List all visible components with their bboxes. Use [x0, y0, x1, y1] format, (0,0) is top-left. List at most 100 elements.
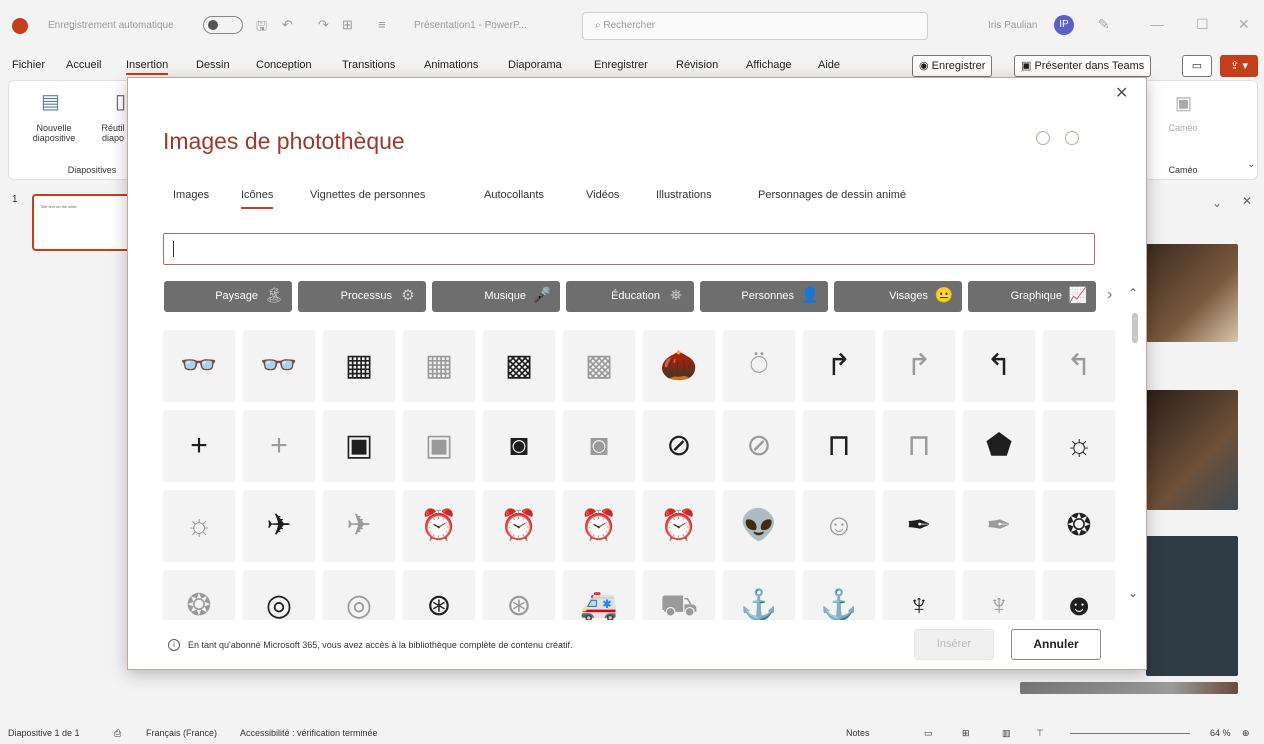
menu-conception[interactable]: Conception [256, 59, 312, 71]
tab-illustrations[interactable]: Illustrations [656, 189, 712, 201]
language-indicator[interactable]: Français (France) [146, 728, 217, 738]
category-chip[interactable]: Visages 😐 [834, 281, 962, 312]
arrow-right-turn-outline-icon[interactable]: ↱ [883, 330, 955, 402]
alien-outline-icon[interactable]: ☺ [803, 490, 875, 562]
alarm-clock-outline-icon[interactable]: ⏰ [483, 490, 555, 562]
menu-dessin[interactable]: Dessin [196, 59, 230, 71]
design-idea-1[interactable] [1146, 244, 1238, 342]
knitting-needle-outline-icon[interactable]: ✒ [963, 490, 1035, 562]
tab-personnages-dessin-anime[interactable]: Personnages de dessin animé [758, 189, 906, 201]
slideshow-icon[interactable]: ⊤ [1036, 728, 1044, 739]
accessibility-status[interactable]: Accessibilité : vérification terminée [240, 728, 378, 738]
tape-measure-outline-icon[interactable]: ◎ [323, 570, 395, 620]
scroll-down-icon[interactable]: ⌄ [1128, 586, 1138, 600]
alien-filled-icon[interactable]: 👽 [723, 490, 795, 562]
tab-vignettes-personnes[interactable]: Vignettes de personnes [310, 189, 425, 201]
knitting-needle-filled-icon[interactable]: ✒ [883, 490, 955, 562]
contact-book-filled-icon[interactable]: ▣ [323, 410, 395, 482]
minimize-icon[interactable]: — [1150, 16, 1164, 32]
new-slide-icon[interactable]: ▤ [41, 89, 60, 114]
category-chip[interactable]: Graphique 📈 [968, 281, 1096, 312]
menu-animations[interactable]: Animations [424, 59, 478, 71]
record-button[interactable]: ◉ Enregistrer [912, 55, 993, 77]
menu-fichier[interactable]: Fichier [12, 59, 45, 71]
customize-toolbar-icon[interactable]: ≡ [378, 17, 386, 32]
billboard-filled-icon[interactable]: ⊓ [803, 410, 875, 482]
menu-accueil[interactable]: Accueil [66, 59, 101, 71]
alarm-ringing-outline-icon[interactable]: ⏰ [643, 490, 715, 562]
spellcheck-icon[interactable]: ⎙ [114, 728, 121, 739]
icon-search-input[interactable] [163, 233, 1095, 265]
design-idea-3[interactable] [1146, 536, 1238, 676]
airplane-filled-icon[interactable]: ✈ [243, 490, 315, 562]
zoom-level[interactable]: 64 % [1210, 728, 1231, 738]
tape-measure-filled-icon[interactable]: ◎ [243, 570, 315, 620]
contact-book-outline-icon[interactable]: ▣ [403, 410, 475, 482]
arrow-left-turn-outline-icon[interactable]: ↰ [1043, 330, 1115, 402]
category-chip[interactable]: Musique 🎤 [432, 281, 560, 312]
normal-view-icon[interactable]: ▭ [924, 728, 933, 739]
field-sun-filled-icon[interactable]: ☼ [1043, 410, 1115, 482]
tab-autocollants[interactable]: Autocollants [484, 189, 544, 201]
acorn-outline-icon[interactable]: ⍥ [723, 330, 795, 402]
cameo-icon[interactable]: ▣ [1175, 93, 1192, 114]
africa-icon[interactable]: ⬟ [963, 410, 1035, 482]
tab-icones[interactable]: Icônes [241, 189, 274, 209]
abacus-outline-icon[interactable]: ▦ [403, 330, 475, 402]
bandage-filled-icon[interactable]: ⊘ [643, 410, 715, 482]
anchor-outline-icon[interactable]: ⚓ [803, 570, 875, 620]
close-pane-icon[interactable]: ✕ [1242, 194, 1252, 208]
reuse-slides-icon[interactable]: ▯ [115, 89, 126, 114]
category-chip[interactable]: Éducation ⛯ [566, 281, 694, 312]
grid-scrollbar[interactable] [1132, 313, 1138, 613]
coral-outline-icon[interactable]: ♆ [963, 570, 1035, 620]
design-idea-2[interactable] [1146, 390, 1238, 510]
autosave-toggle[interactable] [203, 16, 243, 34]
undo-icon[interactable]: ↶ [282, 17, 293, 33]
close-window-icon[interactable]: ✕ [1238, 16, 1250, 33]
avatar[interactable]: IP [1054, 15, 1074, 35]
scrollbar-thumb[interactable] [1132, 313, 1138, 343]
abacus-wide-outline-icon[interactable]: ▩ [563, 330, 635, 402]
ribbon-collapse-icon[interactable]: ⌄ [1247, 159, 1255, 170]
smile-feedback-icon[interactable] [1036, 131, 1050, 145]
arrow-right-turn-filled-icon[interactable]: ↱ [803, 330, 875, 402]
share-button[interactable]: ⇪ ▾ [1220, 55, 1258, 77]
fit-to-window-icon[interactable]: ⊕ [1242, 728, 1250, 739]
ambulance-filled-icon[interactable]: 🚑 [563, 570, 635, 620]
binoculars-filled-icon[interactable]: 👓 [163, 330, 235, 402]
menu-revision[interactable]: Révision [676, 59, 718, 71]
billboard-outline-icon[interactable]: ⊓ [883, 410, 955, 482]
collapse-pane-icon[interactable]: ⌄ [1212, 196, 1222, 210]
close-dialog-icon[interactable]: ✕ [1115, 83, 1128, 103]
angel-face-icon[interactable]: ☻ [1043, 570, 1115, 620]
arrow-left-turn-filled-icon[interactable]: ↰ [963, 330, 1035, 402]
category-chip[interactable]: Personnes 👤 [700, 281, 828, 312]
zoom-slider[interactable] [1070, 733, 1190, 734]
frown-feedback-icon[interactable] [1065, 131, 1079, 145]
present-icon[interactable]: ⊞ [342, 17, 353, 33]
field-sun-outline-icon[interactable]: ☼ [163, 490, 235, 562]
contact-card-outline-icon[interactable]: ◙ [563, 410, 635, 482]
plus-outline-icon[interactable]: + [243, 410, 315, 482]
contact-card-filled-icon[interactable]: ◙ [483, 410, 555, 482]
bandage-outline-icon[interactable]: ⊘ [723, 410, 795, 482]
alarm-ringing-filled-icon[interactable]: ⏰ [563, 490, 635, 562]
slide-thumbnail[interactable]: Title text on the slide [32, 194, 132, 251]
ambulance-outline-icon[interactable]: ⛟ [643, 570, 715, 620]
redo-icon[interactable]: ↷ [318, 17, 329, 33]
save-icon[interactable]: 🖫 [256, 17, 267, 39]
tab-images[interactable]: Images [173, 189, 209, 201]
acorn-filled-icon[interactable]: 🌰 [643, 330, 715, 402]
category-chip[interactable]: Paysage 🏝 [164, 281, 292, 312]
tab-videos[interactable]: Vidéos [586, 189, 619, 201]
menu-aide[interactable]: Aide [818, 59, 840, 71]
binoculars-outline-icon[interactable]: 👓 [243, 330, 315, 402]
new-slide-button[interactable]: Nouvelle diapositive [29, 123, 79, 143]
menu-enregistrer[interactable]: Enregistrer [594, 59, 648, 71]
design-idea-4[interactable] [1020, 682, 1238, 694]
comments-button[interactable]: ▭ [1182, 55, 1212, 77]
reading-view-icon[interactable]: ▥ [1002, 728, 1011, 739]
coral-filled-icon[interactable]: ♆ [883, 570, 955, 620]
menu-diaporama[interactable]: Diaporama [508, 59, 562, 71]
